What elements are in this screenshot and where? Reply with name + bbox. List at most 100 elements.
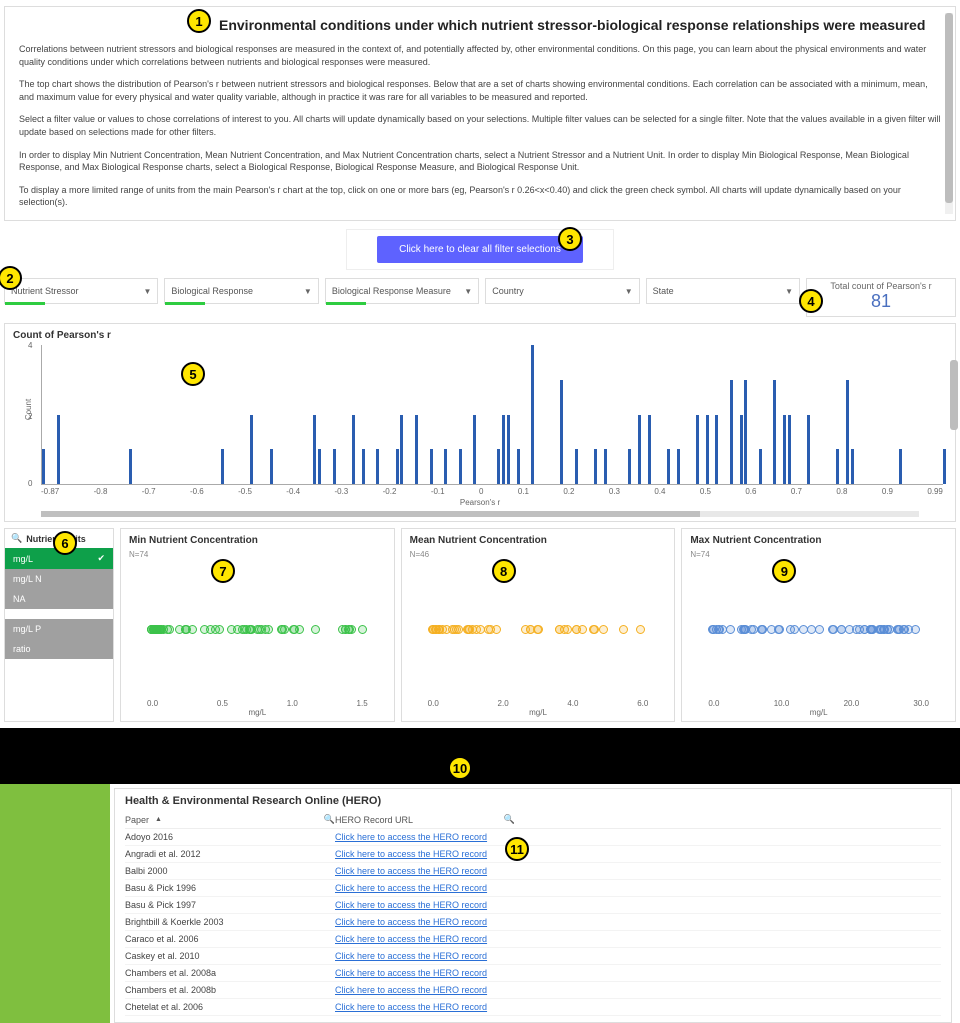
hero-record-link[interactable]: Click here to access the HERO record <box>335 1002 487 1012</box>
chart-plot-area[interactable] <box>708 565 929 695</box>
bar[interactable] <box>444 449 447 484</box>
bar[interactable] <box>57 415 60 485</box>
bar[interactable] <box>333 449 336 484</box>
bar[interactable] <box>129 449 132 484</box>
hero-record-link[interactable]: Click here to access the HERO record <box>335 968 487 978</box>
unit-item-NA[interactable]: NA <box>5 589 113 609</box>
unit-item-ratio[interactable]: ratio <box>5 639 113 659</box>
callout-5: 5 <box>181 362 205 386</box>
bar[interactable] <box>696 415 699 485</box>
bar[interactable] <box>376 449 379 484</box>
bar[interactable] <box>759 449 762 484</box>
filter-state[interactable]: State▼ <box>646 278 800 304</box>
chart-plot-area[interactable] <box>428 565 649 695</box>
hero-record-link[interactable]: Click here to access the HERO record <box>335 985 487 995</box>
unit-item-mgLP[interactable]: mg/L P <box>5 619 113 639</box>
bar[interactable] <box>604 449 607 484</box>
data-point <box>911 625 920 634</box>
bar[interactable] <box>507 415 510 485</box>
hero-record-link[interactable]: Click here to access the HERO record <box>335 917 487 927</box>
search-icon[interactable]: 🔍 <box>504 814 515 825</box>
filter-biological-response[interactable]: Biological Response▼ <box>164 278 318 304</box>
bar[interactable] <box>783 415 786 485</box>
data-point <box>572 625 581 634</box>
bar[interactable] <box>517 449 520 484</box>
data-point <box>758 625 767 634</box>
bar[interactable] <box>628 449 631 484</box>
panel-scrollbar-thumb[interactable] <box>945 13 953 203</box>
data-point <box>619 625 628 634</box>
bar[interactable] <box>575 449 578 484</box>
hero-record-link[interactable]: Click here to access the HERO record <box>335 832 487 842</box>
bar[interactable] <box>270 449 273 484</box>
bar[interactable] <box>352 415 355 485</box>
bar[interactable] <box>836 449 839 484</box>
bar[interactable] <box>473 415 476 485</box>
clear-filters-button[interactable]: Click here to clear all filter selection… <box>377 236 583 263</box>
bar[interactable] <box>846 380 849 484</box>
chart-plot-area[interactable]: Count 4 2 0 <box>41 345 943 485</box>
bar[interactable] <box>851 449 854 484</box>
paper-cell: Balbi 2000 <box>125 866 335 876</box>
table-row: Angradi et al. 2012Click here to access … <box>125 846 941 863</box>
chart-plot-area[interactable] <box>147 565 368 695</box>
bar[interactable] <box>648 415 651 485</box>
bar[interactable] <box>42 449 45 484</box>
page-scrollbar-thumb[interactable] <box>950 360 958 430</box>
bar[interactable] <box>899 449 902 484</box>
bar[interactable] <box>430 449 433 484</box>
data-point <box>815 625 824 634</box>
hero-record-link[interactable]: Click here to access the HERO record <box>335 934 487 944</box>
bar[interactable] <box>497 449 500 484</box>
hero-record-link[interactable]: Click here to access the HERO record <box>335 900 487 910</box>
filter-label: Country <box>492 286 524 296</box>
filter-country[interactable]: Country▼ <box>485 278 639 304</box>
bar[interactable] <box>221 449 224 484</box>
bar[interactable] <box>400 415 403 485</box>
unit-item-mgLN[interactable]: mg/L N <box>5 569 113 589</box>
filter-nutrient-stressor[interactable]: Nutrient Stressor▼ <box>4 278 158 304</box>
bar[interactable] <box>250 415 253 485</box>
filter-label: Biological Response Measure <box>332 286 451 296</box>
bar[interactable] <box>706 415 709 485</box>
bar[interactable] <box>773 380 776 484</box>
x-axis-label: mg/L <box>410 708 667 717</box>
search-icon[interactable]: 🔍 <box>324 814 335 825</box>
col-header-url[interactable]: HERO Record URL 🔍 <box>335 814 515 825</box>
chevron-down-icon: ▼ <box>143 287 151 296</box>
data-point <box>893 625 902 634</box>
bar[interactable] <box>502 415 505 485</box>
bar[interactable] <box>730 380 733 484</box>
bar[interactable] <box>362 449 365 484</box>
col-header-paper[interactable]: Paper ▲ 🔍 <box>125 814 335 825</box>
bar[interactable] <box>560 380 563 484</box>
hero-record-link[interactable]: Click here to access the HERO record <box>335 849 487 859</box>
max-concentration-chart: 9 Max Nutrient Concentration N=74 0.010.… <box>681 528 956 722</box>
bar[interactable] <box>531 345 534 484</box>
bar[interactable] <box>415 415 418 485</box>
bar[interactable] <box>313 415 316 485</box>
bar[interactable] <box>744 380 747 484</box>
bar[interactable] <box>638 415 641 485</box>
hero-header-row: Paper ▲ 🔍 HERO Record URL 🔍 <box>125 811 941 829</box>
bar[interactable] <box>318 449 321 484</box>
bar[interactable] <box>677 449 680 484</box>
bar[interactable] <box>788 415 791 485</box>
hero-record-link[interactable]: Click here to access the HERO record <box>335 883 487 893</box>
bar[interactable] <box>594 449 597 484</box>
filter-biological-response-measure[interactable]: Biological Response Measure ▼ <box>325 278 479 304</box>
hero-record-link[interactable]: Click here to access the HERO record <box>335 951 487 961</box>
hero-record-link[interactable]: Click here to access the HERO record <box>335 866 487 876</box>
unit-item-blank[interactable] <box>5 609 113 619</box>
bar[interactable] <box>459 449 462 484</box>
bar[interactable] <box>943 449 946 484</box>
chart-hscroll-thumb[interactable] <box>41 511 700 517</box>
bar[interactable] <box>807 415 810 485</box>
bar[interactable] <box>715 415 718 485</box>
bar[interactable] <box>740 415 743 485</box>
chevron-down-icon: ▼ <box>464 287 472 296</box>
intro-p4: In order to display Min Nutrient Concent… <box>19 149 941 174</box>
divider-band: 10 <box>0 728 960 784</box>
bar[interactable] <box>667 449 670 484</box>
bar[interactable] <box>396 449 399 484</box>
